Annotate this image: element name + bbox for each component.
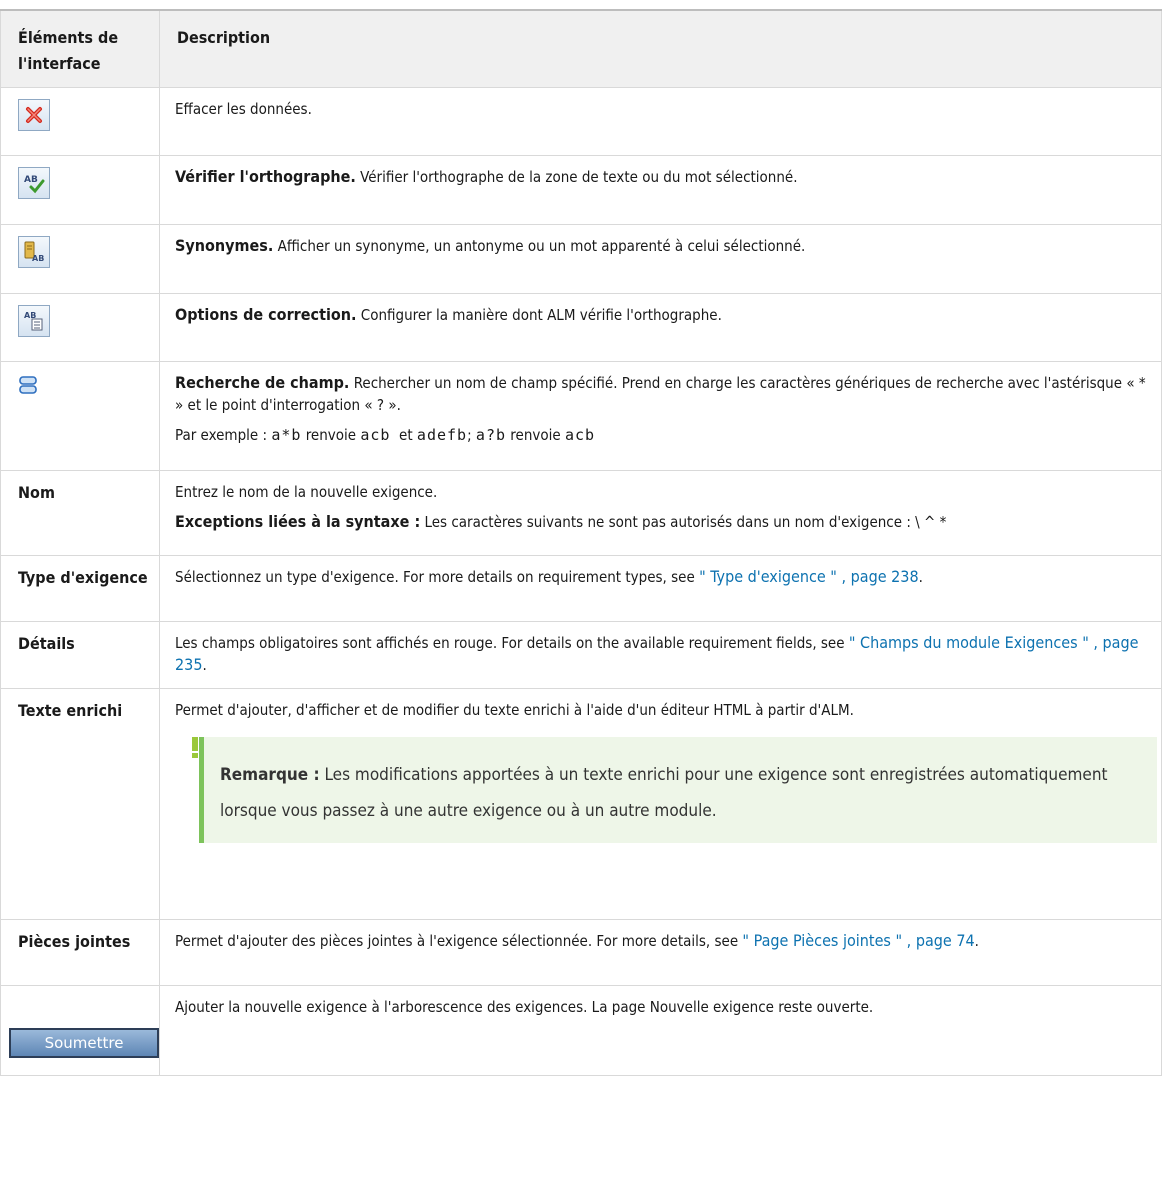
example-separator: ; bbox=[467, 426, 476, 444]
syntax-exceptions-description: Les caractères suivants ne sont pas auto… bbox=[420, 513, 947, 531]
table-row: Recherche de champ. Rechercher un nom de… bbox=[0, 361, 1162, 471]
note-box: Remarque : Les modifications apportées à… bbox=[191, 737, 1157, 843]
thesaurus-description: Afficher un synonyme, un antonyme ou un … bbox=[273, 237, 806, 255]
attachments-description: Permet d'ajouter des pièces jointes à l'… bbox=[175, 932, 743, 950]
table-row: AB Vérifier l'orthographe. Vérifier l'or… bbox=[0, 155, 1162, 225]
requirement-type-label: Type d'exigence bbox=[0, 555, 160, 622]
table-row: AB Synonymes. Afficher un synonyme, un a… bbox=[0, 224, 1162, 294]
note-title: Remarque : bbox=[220, 765, 320, 785]
spell-check-description: Vérifier l'orthographe de la zone de tex… bbox=[355, 168, 798, 186]
name-label: Nom bbox=[0, 470, 160, 556]
example-result-1: acb bbox=[360, 426, 391, 444]
note-text: Les modifications apportées à un texte e… bbox=[220, 765, 1108, 821]
header-description: Description bbox=[159, 9, 1162, 88]
name-description: Entrez le nom de la nouvelle exigence. bbox=[175, 483, 438, 501]
attachments-period: . bbox=[974, 932, 979, 950]
details-label: Détails bbox=[0, 621, 160, 689]
spell-check-icon[interactable]: AB bbox=[18, 167, 50, 199]
spelling-options-title: Options de correction. bbox=[175, 305, 357, 324]
attachments-label: Pièces jointes bbox=[0, 919, 160, 986]
table-row: Soumettre Ajouter la nouvelle exigence à… bbox=[0, 985, 1162, 1076]
svg-text:AB: AB bbox=[24, 175, 38, 185]
example-pattern-2: a?b bbox=[475, 426, 507, 444]
exclamation-icon bbox=[192, 737, 198, 758]
requirement-type-link[interactable]: " Type d'exigence " , page 238 bbox=[699, 567, 919, 586]
table-row: Pièces jointes Permet d'ajouter des pièc… bbox=[0, 919, 1162, 986]
example-result-2: adefb bbox=[416, 426, 468, 444]
table-row: Type d'exigence Sélectionnez un type d'e… bbox=[0, 555, 1162, 622]
field-search-title: Recherche de champ. bbox=[175, 373, 350, 392]
clear-description: Effacer les données. bbox=[175, 100, 312, 118]
submit-description: Ajouter la nouvelle exigence à l'arbores… bbox=[175, 998, 874, 1016]
table-row: Effacer les données. bbox=[0, 87, 1162, 156]
clear-data-icon[interactable] bbox=[18, 99, 50, 131]
example-returns-1: renvoie bbox=[301, 426, 361, 444]
thesaurus-title: Synonymes. bbox=[175, 236, 274, 255]
field-search-example: Par exemple : a*b renvoie acb et adefb; … bbox=[175, 424, 1157, 446]
spell-check-title: Vérifier l'orthographe. bbox=[175, 167, 356, 186]
note-accent-bar bbox=[199, 737, 204, 843]
spelling-options-icon[interactable]: AB bbox=[18, 305, 50, 337]
example-and: et bbox=[390, 426, 417, 444]
header-ui-elements: Éléments de l'interface bbox=[0, 9, 160, 88]
example-prefix: Par exemple : bbox=[175, 426, 272, 444]
example-pattern-1: a*b bbox=[271, 426, 302, 444]
requirement-type-period: . bbox=[918, 568, 923, 586]
spelling-options-description: Configurer la manière dont ALM vérifie l… bbox=[356, 306, 722, 324]
submit-button[interactable]: Soumettre bbox=[9, 1028, 159, 1058]
details-period: . bbox=[202, 656, 207, 674]
table-row: Texte enrichi Permet d'ajouter, d'affich… bbox=[0, 688, 1162, 920]
interface-elements-table: Éléments de l'interface Description Effa… bbox=[0, 9, 1162, 1076]
svg-text:AB: AB bbox=[32, 254, 44, 263]
syntax-exceptions-title: Exceptions liées à la syntaxe : bbox=[175, 512, 421, 531]
field-search-icon[interactable] bbox=[18, 375, 42, 395]
table-row: Détails Les champs obligatoires sont aff… bbox=[0, 621, 1162, 689]
example-returns-2: renvoie bbox=[506, 426, 565, 444]
example-result-3: acb bbox=[564, 426, 596, 444]
attachments-page-link[interactable]: " Page Pièces jointes " , page 74 bbox=[742, 931, 974, 950]
rich-text-description: Permet d'ajouter, d'afficher et de modif… bbox=[175, 701, 854, 719]
table-header-row: Éléments de l'interface Description bbox=[0, 9, 1162, 88]
rich-text-label: Texte enrichi bbox=[0, 688, 160, 920]
details-description: Les champs obligatoires sont affichés en… bbox=[175, 634, 849, 652]
requirement-type-description: Sélectionnez un type d'exigence. For mor… bbox=[175, 568, 700, 586]
table-row: AB Options de correction. Configurer la … bbox=[0, 293, 1162, 362]
table-row: Nom Entrez le nom de la nouvelle exigenc… bbox=[0, 470, 1162, 556]
thesaurus-icon[interactable]: AB bbox=[18, 236, 50, 268]
